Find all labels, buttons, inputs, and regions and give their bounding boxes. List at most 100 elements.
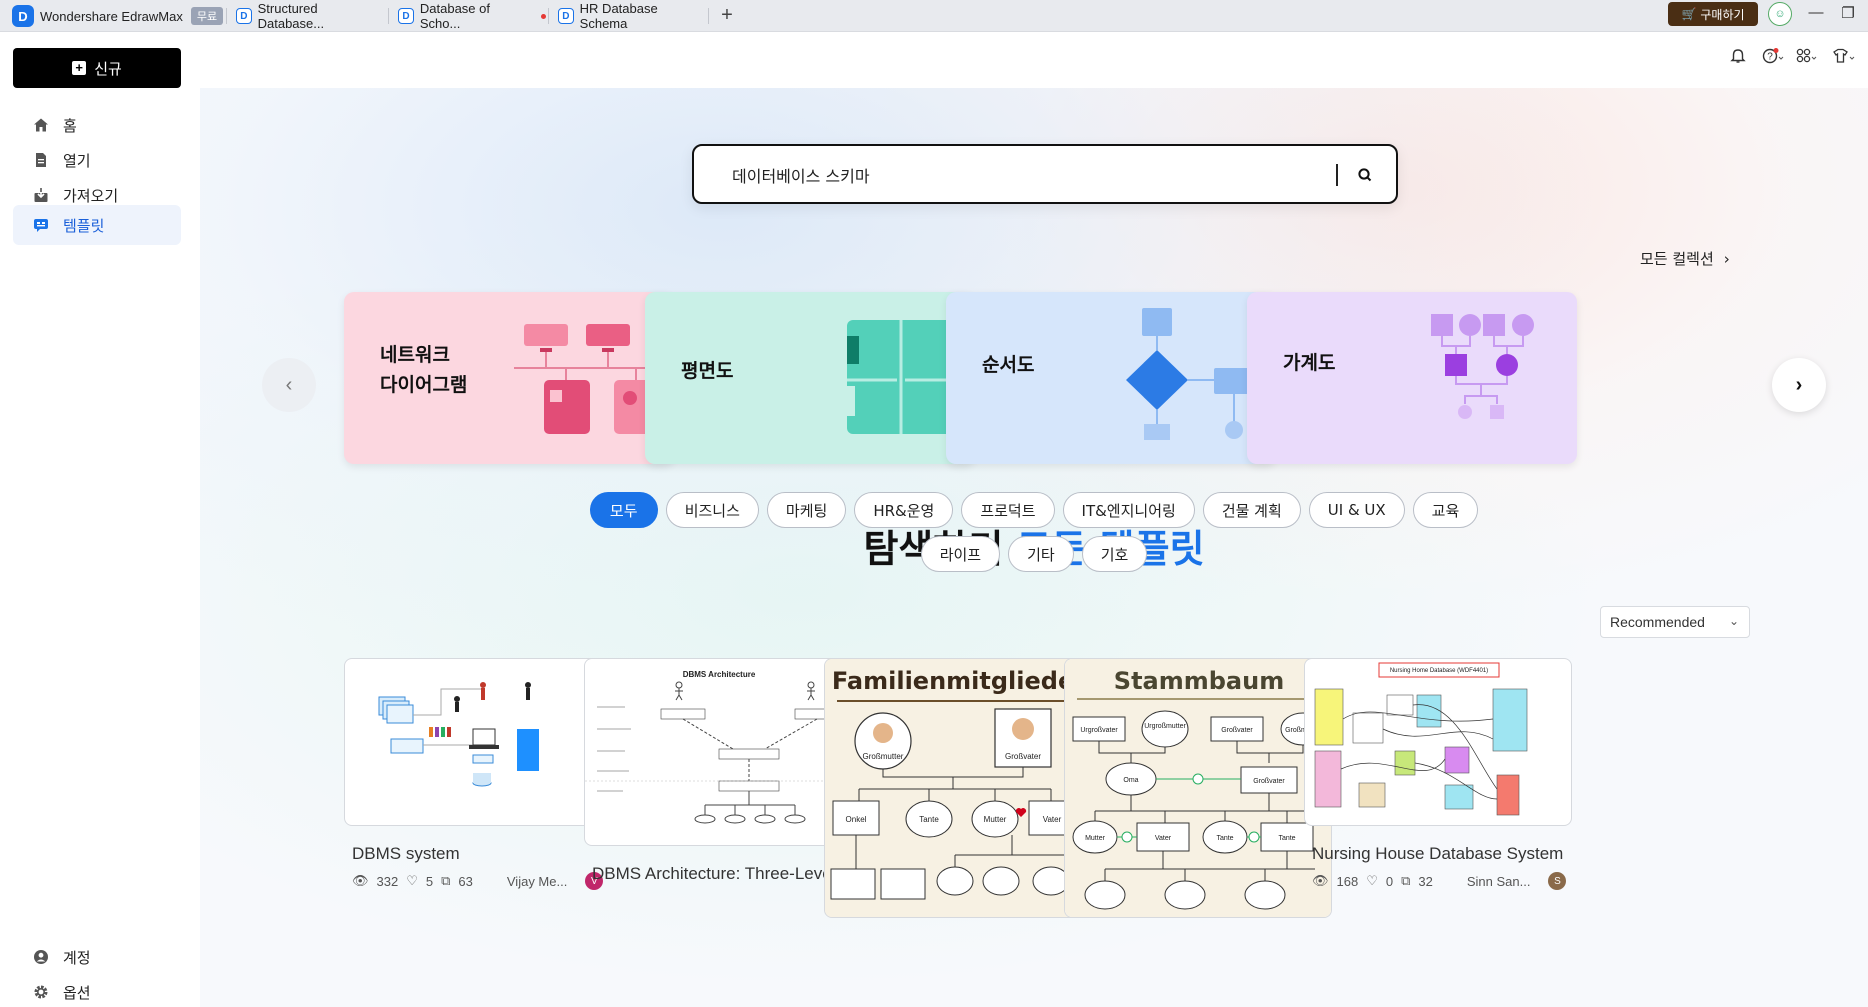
add-tab-button[interactable]: + [716,4,738,27]
template-meta: 👁 332 ♡ 5 ⧉ 63 Vijay Me... V [344,872,612,890]
svg-text:Großmutter: Großmutter [863,752,904,761]
collection-card-flowchart[interactable]: 순서도 [946,292,1276,464]
unsaved-indicator [541,13,546,19]
filter-chip-hr-operations[interactable]: HR&운영 [854,492,954,528]
chevron-down-icon: ⌄ [1728,614,1739,628]
filter-chip-all[interactable]: 모두 [589,492,658,528]
sidebar-item-label: 홈 [63,117,77,135]
document-tab-2[interactable]: D Database of Scho... [398,0,546,32]
filter-chip-business[interactable]: 비즈니스 [665,492,759,528]
template-card[interactable]: DBMS system 👁 332 ♡ 5 ⧉ 63 Vijay Me... V [344,658,612,890]
svg-text:Mutter: Mutter [1085,835,1106,842]
restore-button[interactable]: ❐ [1838,4,1858,22]
likes-icon: ♡ [406,873,418,888]
sidebar-item-options[interactable]: 옵션 [13,972,181,1007]
template-thumbnail: Familienmitglieder Großmutter Großvater … [824,658,1092,918]
filter-chips-row-1: 모두 비즈니스 마케팅 HR&운영 프로덕트 IT&엔지니어링 건물 계획 UI… [200,492,1868,528]
template-name: Nursing House Database System [1312,844,1564,863]
sidebar-item-label: 템플릿 [63,217,105,235]
buy-label: 구매하기 [1700,7,1745,22]
template-thumbnail: Nursing Home Database (WDF4401) [1304,658,1572,826]
collection-card-label: 네트워크 다이어그램 [380,344,468,396]
template-card[interactable]: Stammbaum Urgroßvater Urgroßmutter Großv… [1064,658,1332,918]
chevron-right-icon: › [1723,249,1730,268]
all-collections-link[interactable]: 모든 컬렉션 › [1640,248,1730,269]
template-name: DBMS Architecture: Three-Level [592,864,836,883]
sidebar-item-templates[interactable]: 템플릿 [13,205,181,245]
edrawmax-logo-icon: D [12,5,34,27]
file-icon [31,150,51,170]
filter-chip-product[interactable]: 프로덕트 [961,492,1055,528]
filter-chip-symbols[interactable]: 기호 [1081,536,1148,572]
sidebar-item-home[interactable]: 홈 [13,105,181,145]
copies-icon: ⧉ [1401,873,1411,888]
filter-chip-other[interactable]: 기타 [1008,536,1074,572]
user-avatar[interactable]: ☺ [1768,2,1792,26]
collection-card-label: 순서도 [982,354,1035,376]
filter-chip-building-plan[interactable]: 건물 계획 [1202,492,1301,528]
template-card[interactable]: Familienmitglieder Großmutter Großvater … [824,658,1092,918]
sidebar-item-open[interactable]: 열기 [13,140,181,180]
tab-divider [708,8,709,24]
collection-card-family-tree[interactable]: 가계도 [1247,292,1577,464]
plus-icon: + [72,61,87,75]
sidebar-item-label: 계정 [63,949,91,967]
thumb-title: Familienmitglieder [832,667,1086,695]
svg-text:Großvater: Großvater [1253,778,1285,785]
sidebar-item-label: 열기 [63,152,91,170]
collection-card-network-diagram[interactable]: 네트워크 다이어그램 [344,292,674,464]
tab-label: HR Database Schema [579,1,658,31]
notification-bell-icon[interactable] [1730,48,1746,69]
new-button[interactable]: + 신규 [13,48,181,88]
app-tab[interactable]: D Wondershare EdrawMax 무료 [12,0,224,32]
sidebar-item-label: 옵션 [63,984,91,1002]
cart-icon: 🛒 [1681,7,1697,21]
svg-text:Vater: Vater [1043,815,1062,824]
document-tab-1[interactable]: D Structured Database... [236,0,384,32]
filter-chip-life[interactable]: 라이프 [920,536,1001,572]
chevron-right-icon: › [1795,373,1803,396]
template-search-box [692,144,1398,204]
carousel-prev-button[interactable]: ‹ [262,358,316,412]
author-avatar: S [1548,872,1567,890]
svg-text:Oma: Oma [1123,777,1138,784]
filter-chip-education[interactable]: 교육 [1412,492,1479,528]
sort-select[interactable]: Recommended ⌄ [1600,606,1750,638]
template-thumbnail [344,658,612,826]
likes-icon: ♡ [1366,873,1378,888]
collection-card-label: 가계도 [1283,352,1336,374]
minimize-button[interactable]: — [1806,4,1826,21]
svg-text:Mutter: Mutter [984,815,1007,824]
template-card[interactable]: Nursing Home Database (WDF4401) Nursing … [1304,658,1572,890]
document-icon: D [398,8,414,24]
template-thumbnail: Stammbaum Urgroßvater Urgroßmutter Großv… [1064,658,1332,918]
filter-chip-ui-ux[interactable]: UI & UX [1308,492,1405,528]
filter-chip-marketing[interactable]: 마케팅 [766,492,847,528]
nursing-title: Nursing Home Database (WDF4401) [1390,668,1488,674]
svg-text:Großvater: Großvater [1005,752,1041,761]
document-icon: D [558,8,574,24]
filter-chip-it-engineering[interactable]: IT&엔지니어링 [1062,492,1195,528]
tab-divider [548,8,549,24]
skin-icon[interactable] [1832,48,1856,69]
document-tab-3[interactable]: D HR Database Schema [558,0,706,32]
carousel-next-button[interactable]: › [1772,358,1826,412]
collection-card-floor-plan[interactable]: 평면도 [645,292,975,464]
tab-divider [388,8,389,24]
help-icon[interactable]: ? [1762,48,1784,69]
svg-text:Onkel: Onkel [846,815,867,824]
apps-grid-icon[interactable] [1796,48,1818,69]
svg-text:Tante: Tante [919,815,939,824]
buy-button[interactable]: 🛒 구매하기 [1668,2,1758,26]
template-author: Vijay Me... [506,873,568,889]
svg-text:Großvater: Großvater [1221,727,1253,734]
sidebar-item-account[interactable]: 계정 [13,937,181,977]
chevron-left-icon: ‹ [285,373,293,396]
svg-text:Urgroßmutter: Urgroßmutter [1144,723,1186,730]
app-name: Wondershare EdrawMax [40,8,183,24]
template-card[interactable]: DBMS Architecture DBMS Architecture: Thr… [584,658,852,884]
search-input[interactable] [732,162,1312,188]
search-icon[interactable] [1354,164,1376,186]
filter-chips-row-2: 라이프 기타 기호 [200,536,1868,572]
template-author: Sinn San... [1466,873,1531,889]
